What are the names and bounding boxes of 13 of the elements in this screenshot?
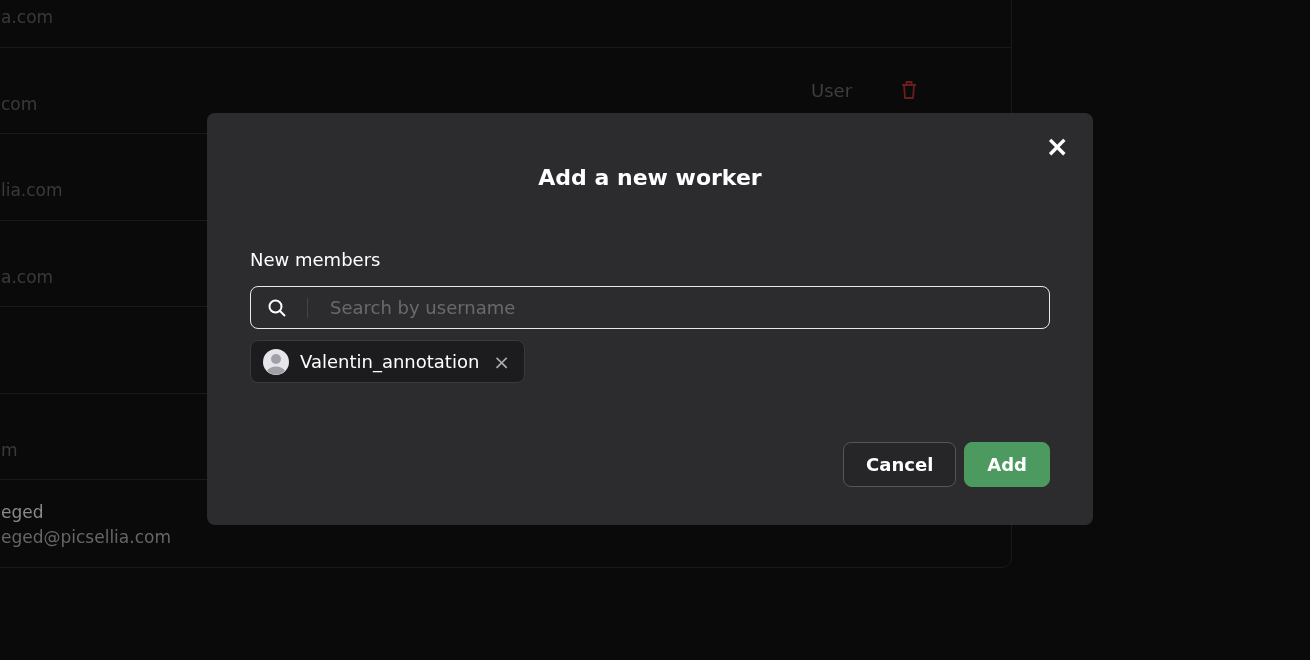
remove-button[interactable]: × bbox=[493, 346, 511, 377]
search-field[interactable]: Search by username bbox=[250, 286, 1050, 329]
member-name: eged bbox=[1, 500, 44, 524]
trash-icon[interactable] bbox=[901, 80, 917, 101]
member-email: eged@picsellia.com bbox=[1, 526, 171, 549]
search-input[interactable]: Search by username bbox=[328, 293, 1049, 322]
dialog-title: Add a new worker bbox=[537, 164, 763, 192]
field-label: New members bbox=[250, 248, 382, 272]
close-button[interactable]: × bbox=[1045, 133, 1069, 161]
search-icon bbox=[267, 297, 287, 318]
chip-label: Valentin_annotation bbox=[300, 350, 480, 375]
cancel-button[interactable]: Cancel bbox=[843, 442, 957, 487]
avatar-icon bbox=[263, 348, 289, 375]
